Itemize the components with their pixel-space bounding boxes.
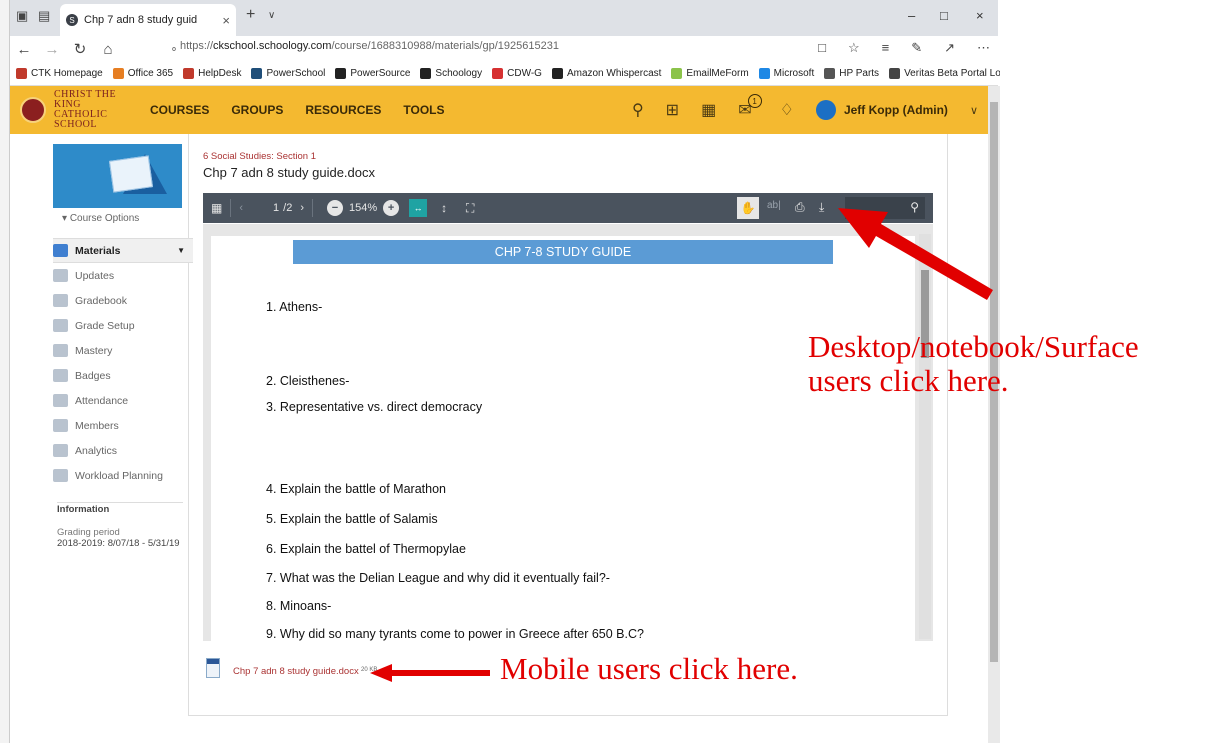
desktop-arrow-icon xyxy=(838,208,993,300)
annotation-arrows xyxy=(370,208,993,682)
mobile-arrow-icon xyxy=(370,664,490,682)
